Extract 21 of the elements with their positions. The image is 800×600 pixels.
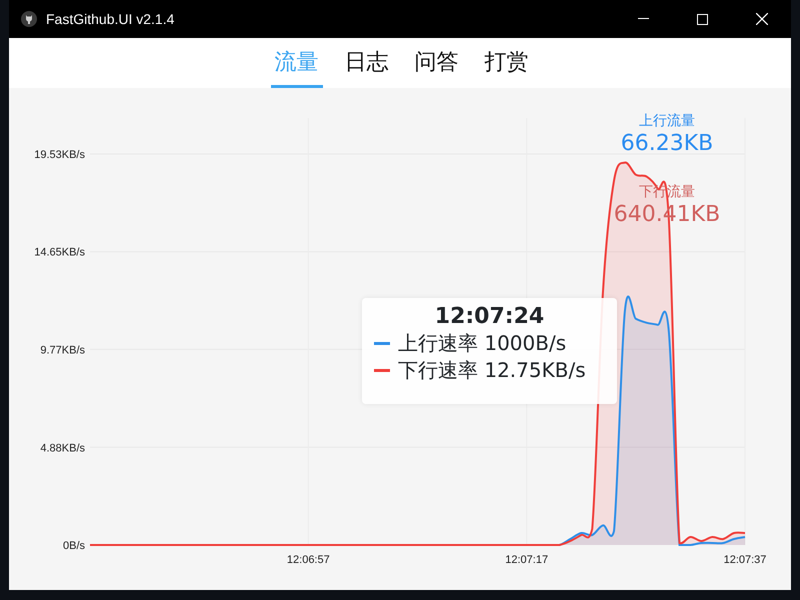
- y-tick-label: 0B/s: [62, 540, 85, 552]
- maximize-icon: [697, 14, 708, 24]
- total-value: 66.23KB: [620, 130, 714, 158]
- minimize-icon: [638, 18, 649, 20]
- tooltip-value: 下行速率 12.75KB/s: [398, 357, 586, 384]
- tab[interactable]: 日志: [340, 38, 392, 88]
- total-label: 上行流量: [638, 112, 696, 130]
- y-tick-label: 14.65KB/s: [34, 246, 85, 259]
- x-tick-label: 12:07:17: [505, 554, 548, 566]
- x-tick-label: 12:07:37: [724, 554, 766, 566]
- y-tick-label: 9.77KB/s: [40, 344, 85, 356]
- tab[interactable]: 打赏: [480, 38, 532, 88]
- x-tick-label: 12:06:57: [286, 554, 330, 566]
- y-tick-label: 4.88KB/s: [40, 442, 85, 454]
- tab[interactable]: 问答: [410, 38, 462, 88]
- close-icon: [756, 13, 768, 25]
- y-tick-label: 19.53KB/s: [34, 149, 85, 162]
- tooltip-time: 12:07:24: [434, 304, 546, 330]
- tooltip-value: 上行速率 1000B/s: [398, 330, 566, 358]
- app-icon: [21, 11, 37, 27]
- window-title: FastGithub.UI v2.1.4: [46, 10, 174, 28]
